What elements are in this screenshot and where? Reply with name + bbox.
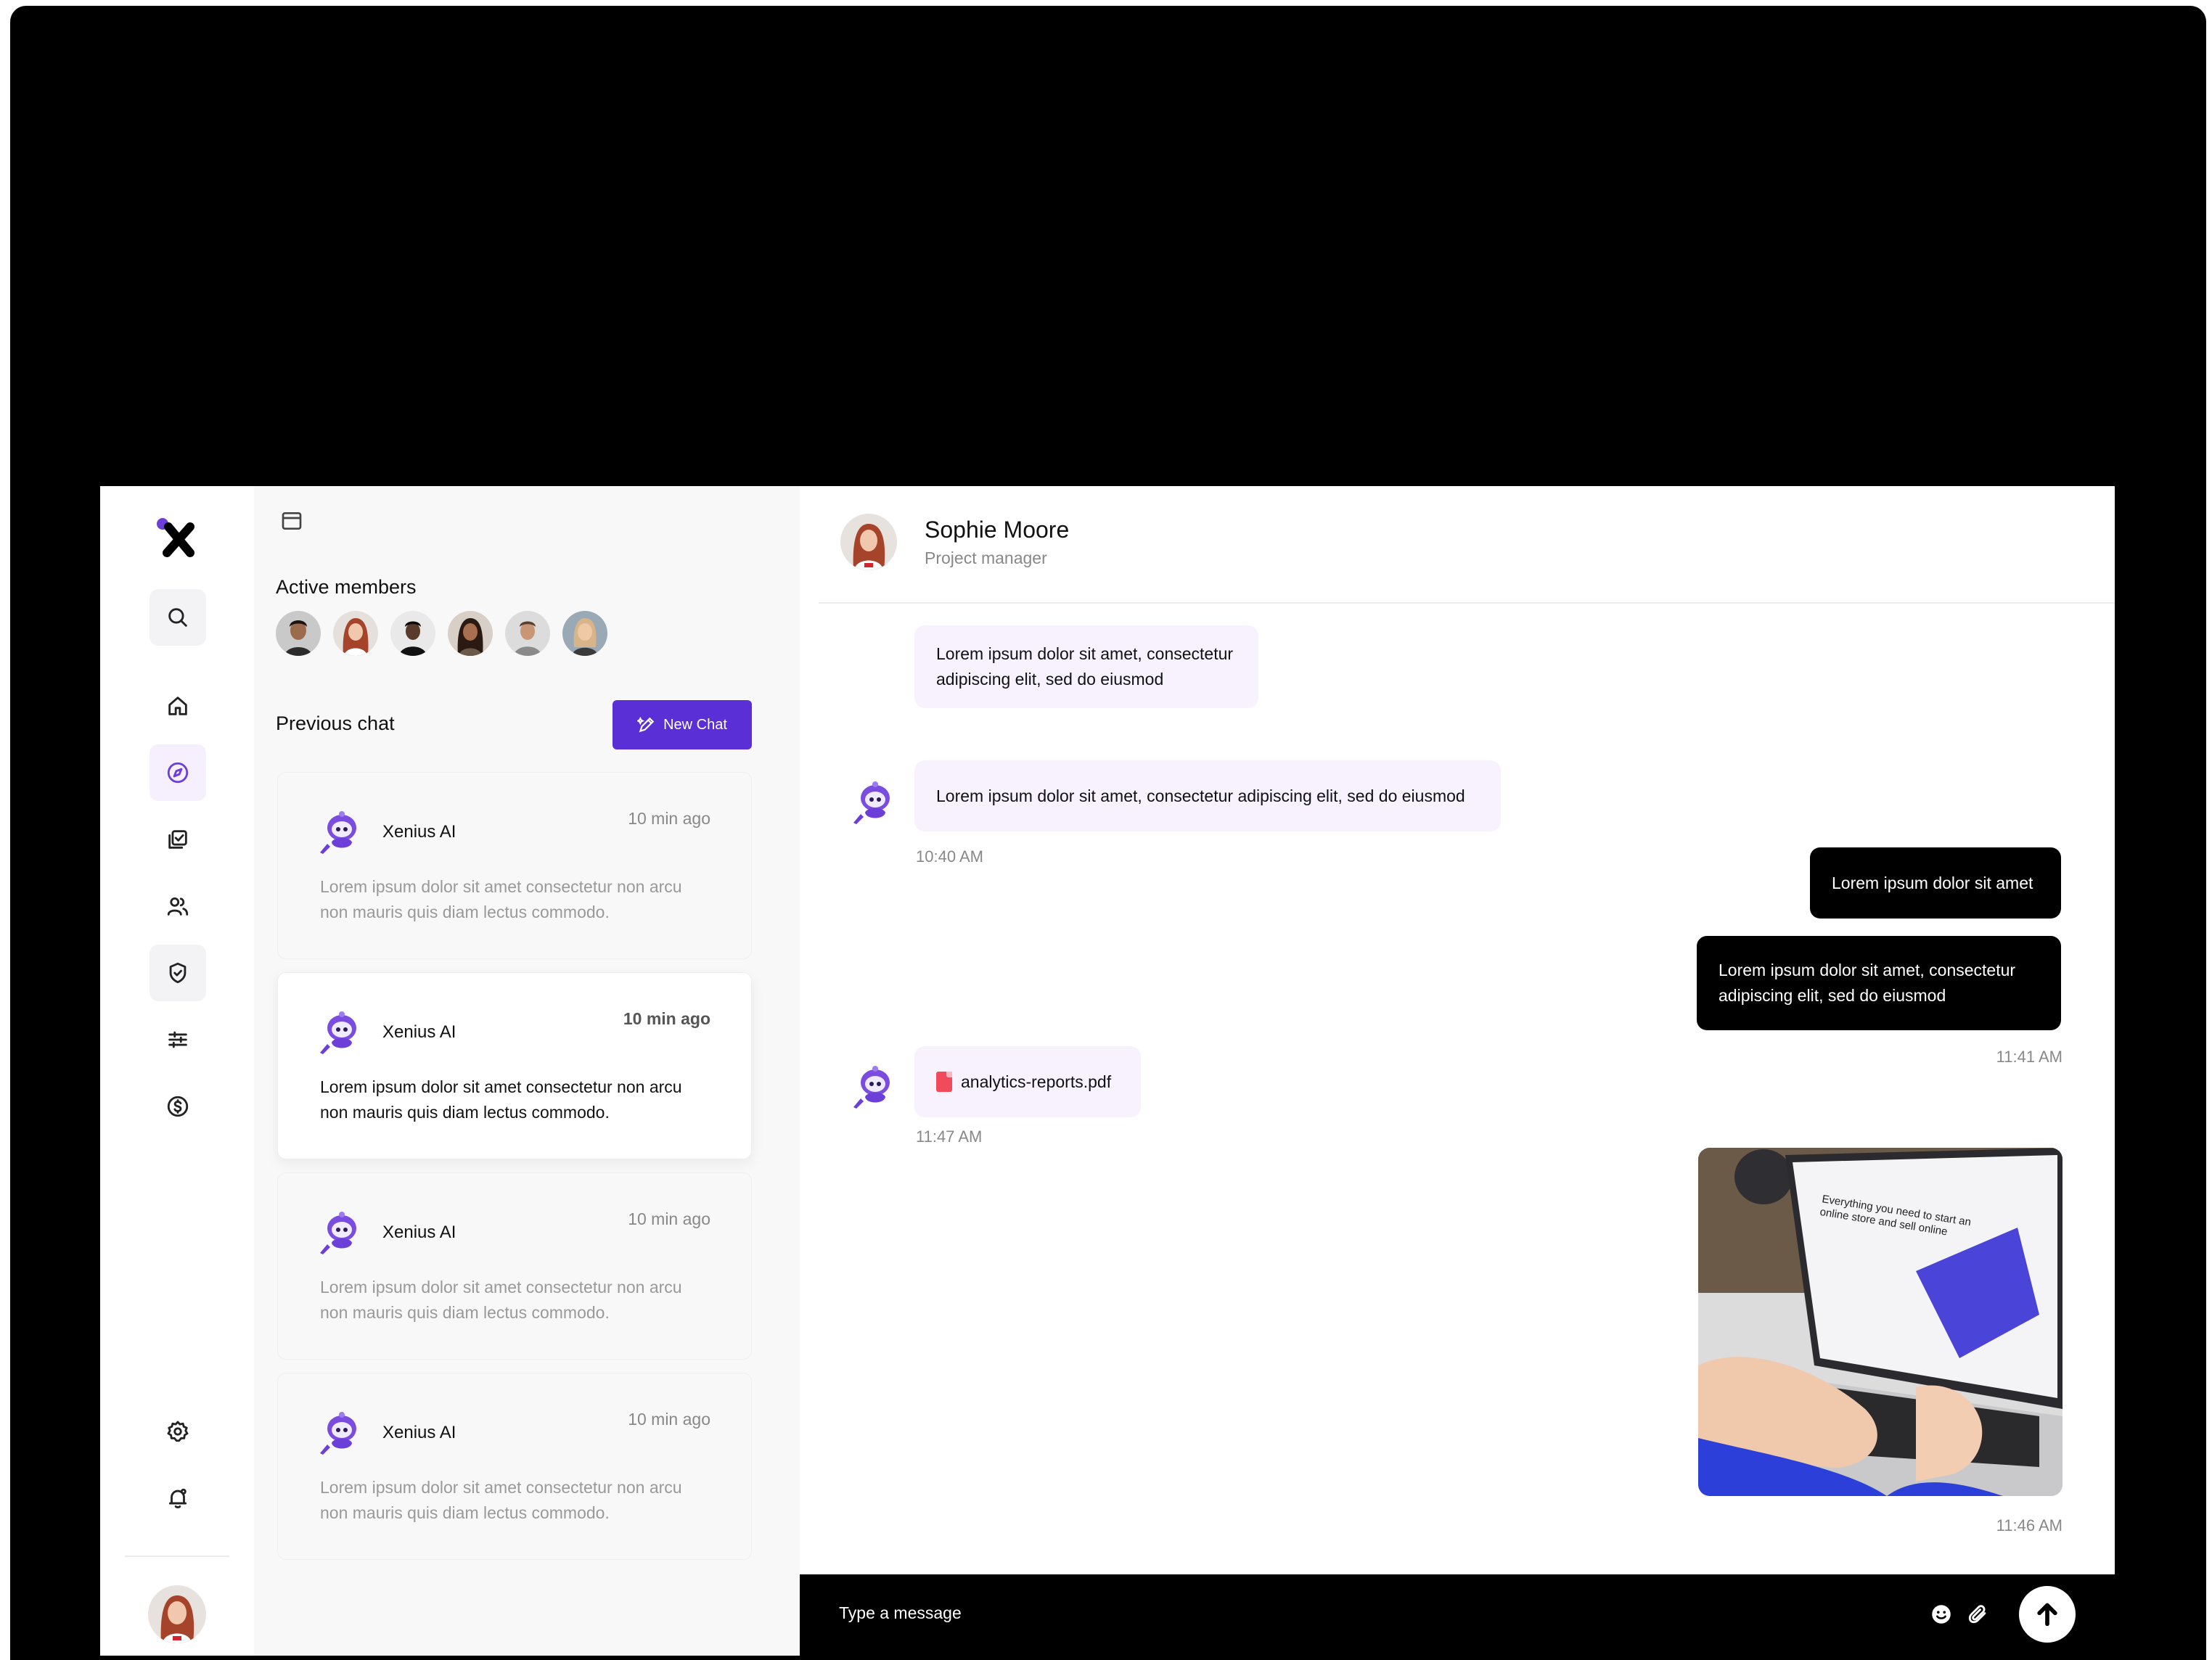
chat-preview: Lorem ipsum dolor sit amet consectetur n… [320, 877, 682, 921]
member-avatar[interactable] [505, 611, 550, 656]
send-button[interactable] [2019, 1586, 2076, 1643]
sidebar-toggle-icon [282, 512, 302, 530]
file-attachment-message[interactable]: analytics-reports.pdf [914, 1046, 1141, 1117]
chat-name: Xenius AI [382, 1423, 456, 1442]
chat-card[interactable]: Xenius AI 10 min ago Lorem ipsum dolor s… [277, 1373, 752, 1560]
outgoing-message: Lorem ipsum dolor sit amet [1810, 847, 2061, 919]
ai-bot-avatar [320, 1412, 356, 1455]
nav-explore[interactable] [149, 744, 206, 801]
rail-divider [125, 1556, 229, 1557]
ai-bot-avatar [853, 781, 890, 824]
contact-role: Project manager [925, 548, 1047, 567]
previous-chat-title: Previous chat [276, 712, 395, 734]
laptop-photo: Everything you need to start anonline st… [1698, 1148, 2063, 1496]
contact-name: Sophie Moore [925, 517, 1070, 543]
chat-preview: Lorem ipsum dolor sit amet consectetur n… [320, 1478, 682, 1522]
message-time: 11:41 AM [1996, 1048, 2063, 1066]
emoji-button[interactable] [1929, 1602, 1954, 1627]
contact-avatar[interactable] [840, 514, 897, 570]
contact-photo [840, 514, 897, 570]
ai-bot-avatar [320, 811, 356, 854]
nav-security[interactable] [149, 945, 206, 1001]
search-icon [168, 608, 187, 627]
app-logo [157, 518, 194, 557]
nav-billing[interactable] [149, 1078, 206, 1135]
chat-card-selected[interactable]: Xenius AI 10 min ago Lorem ipsum dolor s… [277, 972, 752, 1159]
ai-bot-avatar [320, 1011, 356, 1054]
home-icon [168, 697, 187, 715]
member-avatar[interactable] [333, 611, 378, 656]
edit-sparkle-icon [637, 716, 655, 733]
ai-bot-avatar [853, 1066, 890, 1109]
avatar-photo [148, 1585, 206, 1643]
new-chat-label: New Chat [663, 716, 727, 733]
arrow-up-icon [2037, 1603, 2057, 1627]
chat-name: Xenius AI [382, 1022, 456, 1042]
gear-icon [167, 1421, 189, 1442]
new-chat-button[interactable]: New Chat [613, 700, 752, 749]
chat-list-panel: Active members Previous chat New Chat Xe… [254, 486, 800, 1656]
chat-preview: Lorem ipsum dolor sit amet consectetur n… [320, 1278, 682, 1322]
member-avatar[interactable] [562, 611, 607, 656]
incoming-message: Lorem ipsum dolor sit amet, consectetur … [914, 625, 1258, 708]
nav-tasks[interactable] [149, 811, 206, 868]
nav-settings-sliders[interactable] [149, 1011, 206, 1068]
message-time: 11:47 AM [916, 1127, 983, 1146]
active-members-title: Active members [276, 576, 417, 598]
icon-rail [100, 486, 254, 1656]
emoji-icon [1932, 1605, 1951, 1624]
sliders-icon [168, 1031, 187, 1048]
bell-icon [168, 1488, 187, 1508]
nav-home[interactable] [149, 678, 206, 734]
ai-bot-avatar [320, 1212, 356, 1254]
user-avatar[interactable] [148, 1585, 206, 1643]
search-button[interactable] [149, 589, 206, 646]
conversation-header: Sophie Moore Project manager [819, 486, 2115, 604]
message-time: 11:46 AM [1996, 1516, 2063, 1534]
chat-time: 10 min ago [623, 1009, 710, 1028]
member-avatar[interactable] [390, 611, 435, 656]
notifications-button[interactable] [149, 1470, 206, 1527]
dollar-icon [167, 1096, 189, 1117]
outgoing-message: Lorem ipsum dolor sit amet, consectetur … [1697, 936, 2061, 1030]
conversation-pane: Sophie Moore Project manager Lorem ipsum… [800, 486, 2115, 1656]
chat-time: 10 min ago [628, 809, 710, 828]
active-members-list [276, 611, 607, 656]
users-icon [167, 897, 189, 916]
chat-name: Xenius AI [382, 822, 456, 842]
incoming-message: Lorem ipsum dolor sit amet, consectetur … [914, 760, 1501, 831]
message-composer: Type a message [800, 1574, 2115, 1656]
nav-team[interactable] [149, 878, 206, 934]
message-time: 10:40 AM [916, 847, 983, 866]
attach-button[interactable] [1965, 1602, 1990, 1627]
compass-icon [167, 762, 189, 784]
paperclip-icon [1968, 1605, 1986, 1624]
shield-check-icon [169, 962, 187, 984]
settings-button[interactable] [149, 1403, 206, 1460]
chat-card[interactable]: Xenius AI 10 min ago Lorem ipsum dolor s… [277, 1172, 752, 1360]
chat-card[interactable]: Xenius AI 10 min ago Lorem ipsum dolor s… [277, 772, 752, 959]
checklist-icon [168, 830, 187, 849]
collapse-panel-button[interactable] [280, 509, 303, 533]
chat-time: 10 min ago [628, 1410, 710, 1429]
chat-time: 10 min ago [628, 1209, 710, 1228]
chat-name: Xenius AI [382, 1223, 456, 1242]
app-window: Active members Previous chat New Chat Xe… [100, 486, 2115, 1656]
chat-preview: Lorem ipsum dolor sit amet consectetur n… [320, 1077, 682, 1122]
image-message[interactable]: Everything you need to start anonline st… [1698, 1148, 2063, 1496]
message-input[interactable]: Type a message [839, 1603, 962, 1623]
member-avatar[interactable] [276, 611, 321, 656]
pdf-file-icon [936, 1072, 952, 1092]
member-avatar[interactable] [448, 611, 493, 656]
file-name: analytics-reports.pdf [961, 1072, 1112, 1091]
